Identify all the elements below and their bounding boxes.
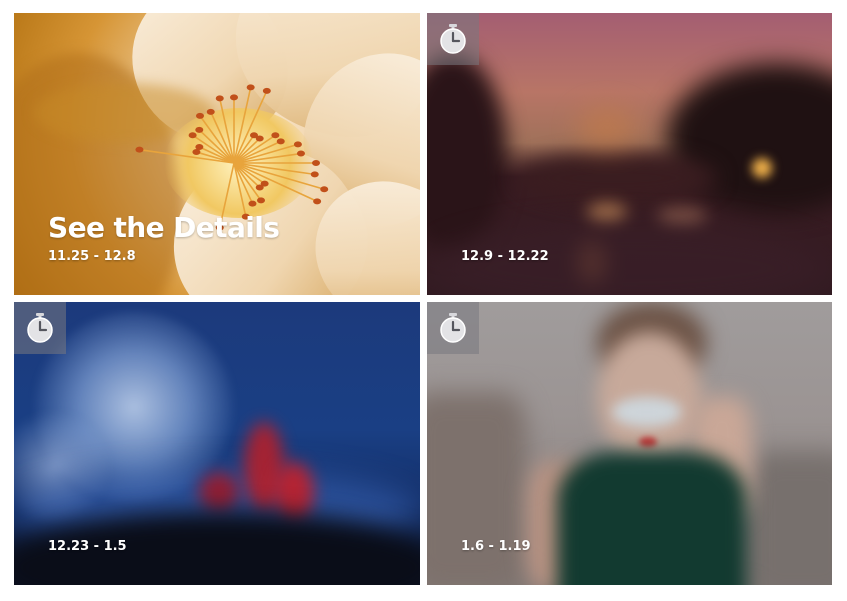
event-card-date: 1.6 - 1.19 [461,539,531,554]
stamen-anther [257,197,265,204]
stamen-anther [248,200,257,207]
event-card-caption: 12.23 - 1.5 [48,539,127,555]
stamen-anther [215,95,224,102]
stopwatch-icon [440,24,466,54]
timer-badge [14,302,66,354]
event-card-date: 12.9 - 12.22 [461,249,549,264]
stamen-anther [271,132,280,139]
stamen-anther [246,84,255,91]
stamen-anther [296,150,305,157]
stamen-anther [206,108,215,115]
stamen-anther [230,94,238,101]
stopwatch-icon [27,313,53,343]
stamen-anther [312,160,320,166]
stamen-anther [313,198,322,205]
stamen-anther [135,146,144,153]
stamen-anther [195,126,204,133]
event-card[interactable]: See the Details 11.25 - 12.8 [14,13,420,295]
event-card-date: 12.23 - 1.5 [48,539,127,554]
timer-badge [427,302,479,354]
stopwatch-icon [440,313,466,343]
stamen-anther [188,132,197,139]
stamen-anther [310,171,319,178]
stamen-anther [276,138,285,145]
event-card-caption: 12.9 - 12.22 [461,249,549,265]
stamen-anther [262,87,271,94]
timer-badge [427,13,479,65]
event-card-title: See the Details [48,211,280,244]
event-card-grid: See the Details 11.25 - 12.8 12.9 - 12.2… [0,0,847,601]
stamen-anther [320,186,329,193]
stamen-anther [293,141,302,148]
stamen-anther [255,184,264,191]
stamen-anther [196,112,204,119]
event-card-caption: See the Details 11.25 - 12.8 [48,211,280,265]
event-card-caption: 1.6 - 1.19 [461,539,531,555]
event-card[interactable]: 12.23 - 1.5 [14,302,420,585]
stamen-anther [255,135,264,142]
event-card[interactable]: 1.6 - 1.19 [427,302,832,585]
stamen-anther [195,144,204,150]
event-card[interactable]: 12.9 - 12.22 [427,13,832,295]
event-card-date: 11.25 - 12.8 [48,249,136,264]
